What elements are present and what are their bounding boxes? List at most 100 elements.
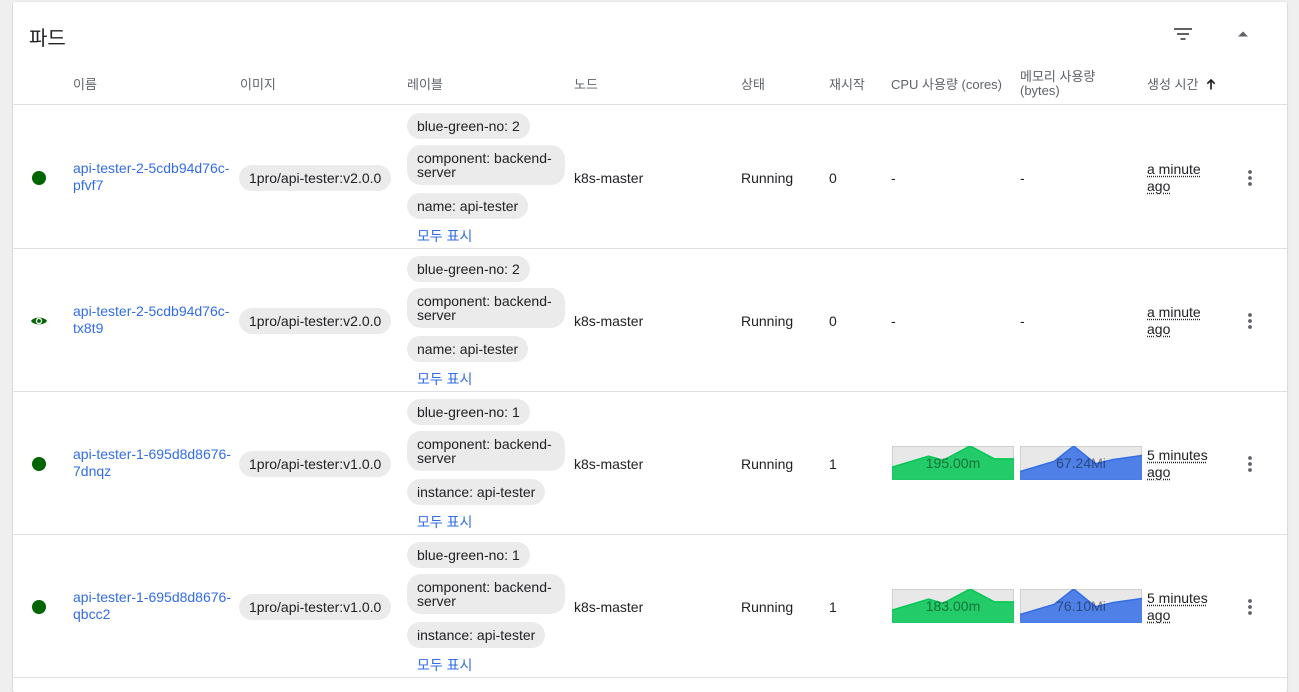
show-all-labels-link[interactable]: 모두 표시 [417, 226, 472, 246]
row-menu-button[interactable] [1237, 450, 1263, 478]
pod-status: Running [741, 313, 794, 329]
row-menu-button[interactable] [1237, 164, 1263, 192]
column-header-status[interactable]: 상태 [741, 78, 765, 92]
row-menu-button[interactable] [1237, 593, 1263, 621]
column-header-memory-line1: 메모리 사용량 [1020, 69, 1096, 84]
card-header: 파드 [13, 2, 1287, 64]
filter-button[interactable] [1167, 18, 1199, 50]
card-title: 파드 [29, 28, 66, 50]
memory-usage-chart: 67.24Mi [1019, 445, 1143, 480]
node-link[interactable]: k8s-master [574, 456, 643, 473]
label-chip: instance: api-tester [407, 622, 546, 648]
running-dot-icon [32, 600, 46, 614]
label-chip: blue-green-no: 1 [407, 542, 530, 568]
label-chip: component: backend-server [407, 431, 565, 471]
label-chip: component: backend-server [407, 288, 565, 328]
image-chip: 1pro/api-tester:v1.0.0 [239, 594, 392, 620]
memory-usage: - [1020, 313, 1025, 329]
cpu-usage-chart-value: 195.00m [925, 455, 981, 471]
cpu-usage-chart: 195.00m [891, 445, 1014, 480]
cpu-usage: - [891, 170, 896, 186]
pod-name-link[interactable]: api-tester-2-5cdb94d76c- tx8t9 [73, 303, 233, 337]
label-chip: name: api-tester [407, 336, 529, 362]
created-age: a minute ago [1147, 304, 1227, 338]
pod-name-line1: api-tester-2-5cdb94d76c- [73, 160, 230, 176]
table-header: 이름 이미지 레이블 노드 상태 재시작 CPU 사용량 (cores) 메모리… [13, 64, 1287, 105]
node-link[interactable]: k8s-master [574, 313, 643, 330]
created-age-line1: a minute [1147, 161, 1201, 177]
memory-usage-chart: 76.10Mi [1019, 588, 1143, 623]
memory-usage: - [1020, 170, 1025, 186]
more-vert-icon [1248, 313, 1252, 329]
created-age: a minute ago [1147, 161, 1227, 195]
status-icon [30, 169, 48, 187]
created-age-line2: ago [1147, 464, 1171, 480]
column-header-name[interactable]: 이름 [73, 78, 97, 92]
pod-name-line2: tx8t9 [73, 320, 104, 336]
node-link[interactable]: k8s-master [574, 599, 643, 616]
column-header-cpu: CPU 사용량 (cores) [891, 77, 1002, 92]
created-age-line2: ago [1147, 321, 1171, 337]
pod-name-link[interactable]: api-tester-1-695d8d8676- qbcc2 [73, 589, 233, 623]
pod-name-line1: api-tester-1-695d8d8676- [73, 446, 231, 462]
show-all-labels-link[interactable]: 모두 표시 [417, 512, 472, 532]
label-chip: component: backend-server [407, 574, 565, 614]
created-age-line2: ago [1147, 178, 1171, 194]
status-icon [30, 598, 48, 616]
pod-name-line2: pfvf7 [73, 177, 104, 193]
restart-count: 0 [829, 313, 837, 329]
pod-name-link[interactable]: api-tester-2-5cdb94d76c- pfvf7 [73, 160, 233, 194]
eye-icon [31, 317, 47, 325]
show-all-labels-link[interactable]: 모두 표시 [417, 655, 472, 675]
status-icon [30, 455, 48, 473]
label-chip: blue-green-no: 1 [407, 399, 530, 425]
image-chip: 1pro/api-tester:v2.0.0 [239, 308, 392, 334]
restart-count: 0 [829, 170, 837, 186]
pod-name-line1: api-tester-1-695d8d8676- [73, 589, 231, 605]
show-all-labels-link[interactable]: 모두 표시 [417, 369, 472, 389]
table-row: api-tester-2-5cdb94d76c- tx8t9 1pro/api-… [13, 249, 1287, 392]
pods-card: 파드 이름 이미지 레이블 노드 상태 재시작 CPU 사용량 (cores) … [13, 2, 1287, 692]
created-age-line2: ago [1147, 607, 1171, 623]
created-age-line1: a minute [1147, 304, 1201, 320]
status-icon [30, 312, 48, 330]
column-header-restarts: 재시작 [829, 77, 865, 92]
created-age: 5 minutes ago [1147, 590, 1227, 624]
label-chip: name: api-tester [407, 193, 529, 219]
image-chip: 1pro/api-tester:v1.0.0 [239, 451, 392, 477]
column-header-created-label: 생성 시간 [1147, 77, 1199, 92]
cpu-usage-chart-value: 183.00m [925, 598, 981, 614]
arrow-upward-icon [1206, 79, 1216, 90]
pod-name-line2: 7dnqz [73, 463, 112, 479]
image-chip: 1pro/api-tester:v2.0.0 [239, 165, 392, 191]
memory-usage-chart-value: 76.10Mi [1056, 598, 1106, 614]
more-vert-icon [1248, 170, 1252, 186]
column-header-image: 이미지 [240, 77, 276, 92]
pod-name-line2: qbcc2 [73, 606, 111, 622]
table-row: api-tester-1-695d8d8676- qbcc2 1pro/api-… [13, 535, 1287, 678]
pod-status: Running [741, 170, 794, 186]
created-age: 5 minutes ago [1147, 447, 1227, 481]
memory-usage-chart-value: 67.24Mi [1056, 455, 1106, 471]
running-dot-icon [32, 457, 46, 471]
label-chip: instance: api-tester [407, 479, 546, 505]
table-row: api-tester-1-695d8d8676- 7dnqz 1pro/api-… [13, 392, 1287, 535]
cpu-usage-chart: 183.00m [891, 588, 1014, 623]
column-header-memory-line2: (bytes) [1020, 83, 1060, 98]
column-header-node[interactable]: 노드 [574, 78, 598, 92]
node-link[interactable]: k8s-master [574, 170, 643, 187]
label-chip: blue-green-no: 2 [407, 256, 530, 282]
row-menu-button[interactable] [1237, 307, 1263, 335]
collapse-button[interactable] [1227, 18, 1259, 50]
more-vert-icon [1248, 456, 1252, 472]
restart-count: 1 [829, 456, 837, 472]
column-header-created[interactable]: 생성 시간 [1147, 78, 1216, 92]
created-age-line1: 5 minutes [1147, 447, 1208, 463]
column-header-memory: 메모리 사용량 (bytes) [1020, 70, 1095, 98]
pod-name-link[interactable]: api-tester-1-695d8d8676- 7dnqz [73, 446, 233, 480]
restart-count: 1 [829, 599, 837, 615]
label-chip: blue-green-no: 2 [407, 113, 530, 139]
cpu-usage: - [891, 313, 896, 329]
pod-status: Running [741, 456, 794, 472]
pod-name-line1: api-tester-2-5cdb94d76c- [73, 303, 230, 319]
